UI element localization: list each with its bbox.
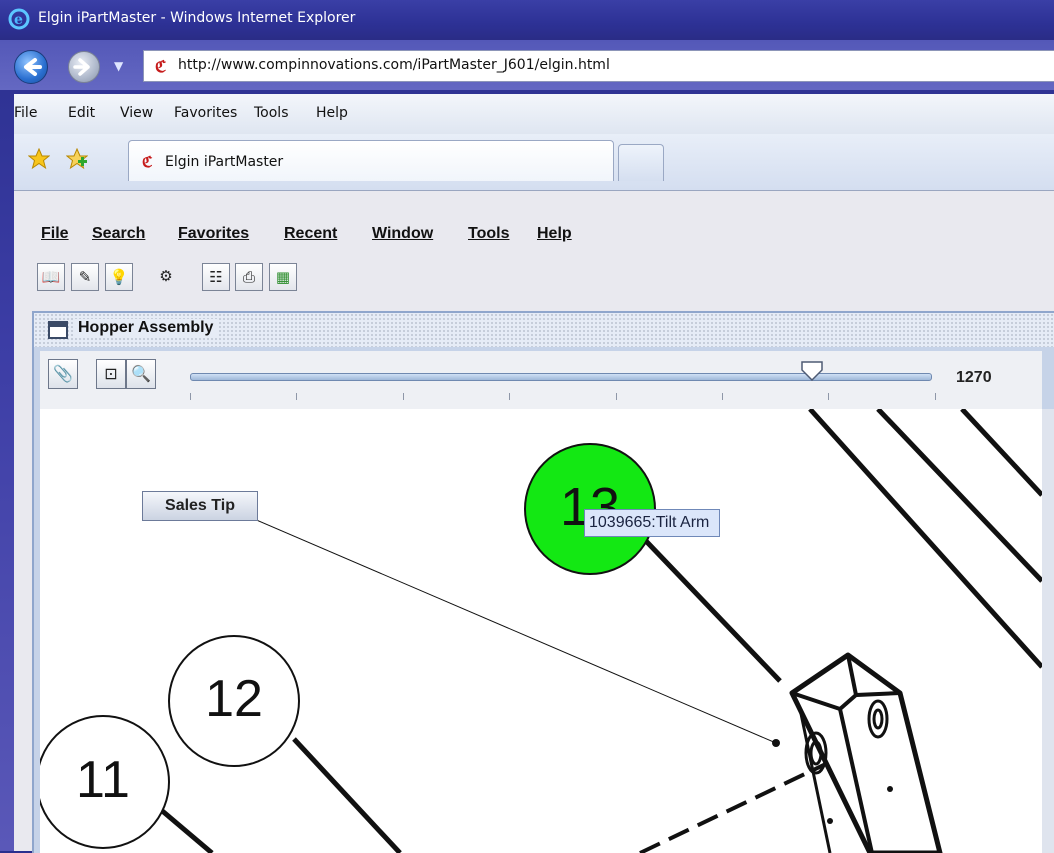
internal-window-title-bar[interactable]: Hopper Assembly xyxy=(34,313,1054,347)
ie-logo-icon: e xyxy=(8,8,30,30)
print-button[interactable]: ⎙ xyxy=(235,263,263,291)
tab-bar: ℭ Elgin iPartMaster xyxy=(14,134,1054,191)
zoom-icon: 🔍 xyxy=(131,364,151,383)
internal-window-title: Hopper Assembly xyxy=(74,319,218,337)
checklist-button[interactable]: ☷ xyxy=(202,263,230,291)
browser-menu-favorites[interactable]: Favorites xyxy=(174,105,237,121)
parts-icon: ⚙ xyxy=(159,267,173,285)
callout-12[interactable]: 12 xyxy=(168,635,300,767)
svg-text:ℭ: ℭ xyxy=(155,57,166,75)
slider-tick xyxy=(934,393,936,400)
app-menu-favorites[interactable]: Favorites xyxy=(178,225,249,243)
zoom-box-button[interactable]: ⊡ xyxy=(96,359,126,389)
forward-arrow-icon xyxy=(73,58,90,76)
app-menu-help[interactable]: Help xyxy=(537,225,572,243)
new-tab-button[interactable] xyxy=(618,144,664,181)
sales-tip-toolbar-button[interactable]: 💡 xyxy=(105,263,133,291)
browser-menu-edit[interactable]: Edit xyxy=(68,105,95,121)
image-button[interactable]: ▦ xyxy=(269,263,297,291)
back-arrow-icon xyxy=(24,58,42,76)
tip-bulb-icon: 💡 xyxy=(109,268,129,286)
callout-11[interactable]: 11 xyxy=(40,715,170,849)
window-title: Elgin iPartMaster - Windows Internet Exp… xyxy=(38,10,356,26)
slider-tick xyxy=(402,393,404,400)
page-content: File Search Favorites Recent Window Tool… xyxy=(14,191,1054,853)
slider-tick xyxy=(509,393,511,400)
callout-12-label: 12 xyxy=(205,670,263,728)
checklist-icon: ☷ xyxy=(209,268,223,286)
attach-button[interactable]: 📎 xyxy=(48,359,78,389)
zoom-value: 1270 xyxy=(956,369,992,386)
site-favicon-icon: ℭ xyxy=(155,57,166,75)
browser-menu-bar: File Edit View Favorites Tools Help xyxy=(14,94,1054,135)
app-menu-recent[interactable]: Recent xyxy=(284,225,337,243)
slider-tick xyxy=(722,393,723,400)
image-icon: ▦ xyxy=(275,268,291,286)
app-menu-file[interactable]: File xyxy=(41,225,69,243)
zoom-box-icon: ⊡ xyxy=(104,364,118,383)
zoom-button[interactable]: 🔍 xyxy=(126,359,156,389)
tab-elgin-ipartmaster[interactable]: ℭ Elgin iPartMaster xyxy=(128,140,614,181)
add-favorites-icon[interactable] xyxy=(66,148,88,170)
browser-menu-help[interactable]: Help xyxy=(316,105,348,121)
hopper-assembly-window: Hopper Assembly 📎 ⊡ 🔍 1270 13 12 11 Sale… xyxy=(32,311,1054,853)
paperclip-icon: 📎 xyxy=(53,364,73,383)
app-menu-window[interactable]: Window xyxy=(372,225,433,243)
browser-menu-view[interactable]: View xyxy=(120,105,153,121)
browser-menu-tools[interactable]: Tools xyxy=(254,105,289,121)
parts-button[interactable]: ⚙ xyxy=(152,263,180,291)
book-button[interactable]: 📖 xyxy=(37,263,65,291)
slider-tick xyxy=(190,393,191,400)
vertical-scrollbar[interactable] xyxy=(1042,409,1054,853)
edit-button[interactable]: ✎ xyxy=(71,263,99,291)
address-field[interactable]: ℭ http://www.compinnovations.com/iPartMa… xyxy=(143,50,1054,82)
part-tooltip: 1039665:Tilt Arm xyxy=(584,509,721,537)
app-menu-search[interactable]: Search xyxy=(92,225,145,243)
tab-favicon-icon: ℭ xyxy=(142,153,153,169)
back-button[interactable] xyxy=(14,50,48,84)
svg-text:ℭ: ℭ xyxy=(142,153,153,169)
window-title-bar: e Elgin iPartMaster - Windows Internet E… xyxy=(0,0,1054,40)
drawing-canvas[interactable]: 13 12 11 Sales Tip 1039665:Tilt Arm xyxy=(40,409,1042,853)
tab-label: Elgin iPartMaster xyxy=(165,154,284,170)
slider-tick xyxy=(828,393,830,400)
history-dropdown-button[interactable]: ▼ xyxy=(114,59,123,73)
address-url[interactable]: http://www.compinnovations.com/iPartMast… xyxy=(178,57,610,73)
zoom-slider-ticks xyxy=(190,393,936,401)
slider-tick xyxy=(615,393,617,400)
forward-button[interactable] xyxy=(68,51,100,83)
app-menu-tools[interactable]: Tools xyxy=(468,225,509,243)
browser-menu-file[interactable]: File xyxy=(14,105,37,121)
sales-tip-button[interactable]: Sales Tip xyxy=(142,491,258,521)
book-icon: 📖 xyxy=(41,268,61,286)
slider-tick xyxy=(296,393,298,400)
svg-text:e: e xyxy=(14,12,23,28)
callout-11-label: 11 xyxy=(76,751,130,809)
window-icon xyxy=(48,321,68,339)
favorites-star-icon[interactable] xyxy=(28,148,50,170)
edit-icon: ✎ xyxy=(78,268,92,286)
viewer-toolbar: 📎 ⊡ 🔍 1270 xyxy=(40,351,1042,409)
zoom-slider-thumb[interactable] xyxy=(800,361,823,381)
print-icon: ⎙ xyxy=(242,268,255,286)
